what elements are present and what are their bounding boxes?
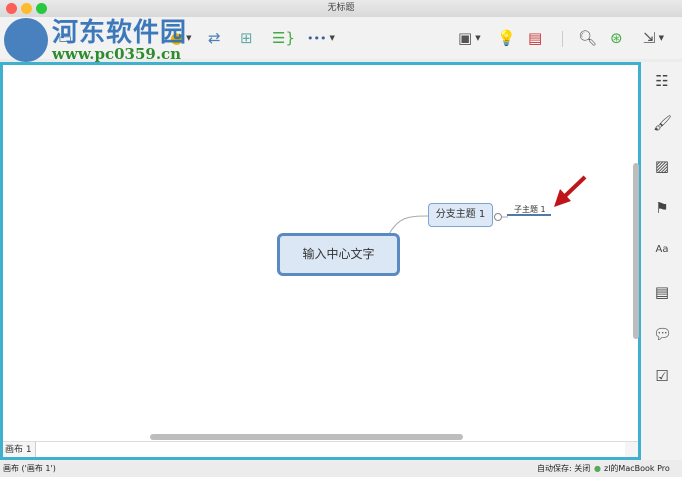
summary-icon[interactable]: ☰}: [272, 27, 295, 49]
status-sheet: 画布 ('画布 1'): [3, 464, 56, 473]
sheet-tab-area[interactable]: [35, 442, 625, 457]
window-title: 无标题: [327, 3, 355, 13]
watermark-url: www.pc0359.cn: [52, 45, 182, 63]
mindmap-canvas[interactable]: 输入中心文字 分支主题 1 子主题 1 画布 1: [0, 62, 641, 460]
structure-icon[interactable]: ⊞: [240, 27, 253, 49]
autosave-status[interactable]: 自动保存: 关闭: [537, 460, 590, 477]
marker-flag-icon[interactable]: ⚑: [653, 199, 671, 217]
search-icon[interactable]: 🔍︎: [578, 27, 597, 49]
format-brush-icon[interactable]: 🖌︎: [653, 114, 672, 132]
comment-icon[interactable]: 💬︎: [653, 325, 672, 343]
more-label: •••: [307, 31, 327, 45]
notes-icon[interactable]: ▤: [653, 283, 671, 301]
horizontal-scrollbar[interactable]: [150, 434, 463, 440]
lightbulb-icon[interactable]: 💡: [497, 27, 516, 49]
online-dot-icon: ●: [594, 464, 601, 473]
task-icon[interactable]: ☑: [653, 367, 671, 385]
vertical-scrollbar[interactable]: [633, 163, 639, 339]
status-bar: 画布 ('画布 1') 自动保存: 关闭 ● zl的MacBook Pro: [0, 460, 682, 477]
text-style-icon[interactable]: Aa: [653, 241, 671, 259]
export-icon[interactable]: ⇲ ▼: [643, 27, 664, 49]
outline-icon[interactable]: ☷: [653, 72, 671, 90]
collapse-toggle[interactable]: [494, 213, 502, 221]
subtopic-underline: [507, 214, 551, 216]
watermark-logo: 河东软件园 www.pc0359.cn: [0, 12, 210, 67]
watermark-name: 河东软件园: [52, 18, 188, 48]
logo-mark: [4, 18, 48, 62]
share-icon[interactable]: ⊛: [610, 27, 623, 49]
central-topic[interactable]: 输入中心文字: [277, 233, 400, 276]
red-arrow: [554, 175, 587, 207]
more-button[interactable]: ••• ▼: [307, 27, 335, 49]
image-icon[interactable]: ▨: [653, 157, 671, 175]
branch-topic[interactable]: 分支主题 1: [428, 203, 493, 227]
divider: [562, 31, 563, 47]
gantt-icon[interactable]: ▤: [528, 27, 542, 49]
device-name: zl的MacBook Pro: [604, 464, 670, 473]
sheet-bar: 画布 1: [3, 441, 638, 457]
sheet-tab[interactable]: 画布 1: [5, 443, 32, 457]
presentation-icon[interactable]: ▣ ▼: [458, 27, 481, 49]
right-panel: ☷ 🖌︎ ▨ ⚑ Aa ▤ 💬︎ ☑: [641, 62, 682, 460]
